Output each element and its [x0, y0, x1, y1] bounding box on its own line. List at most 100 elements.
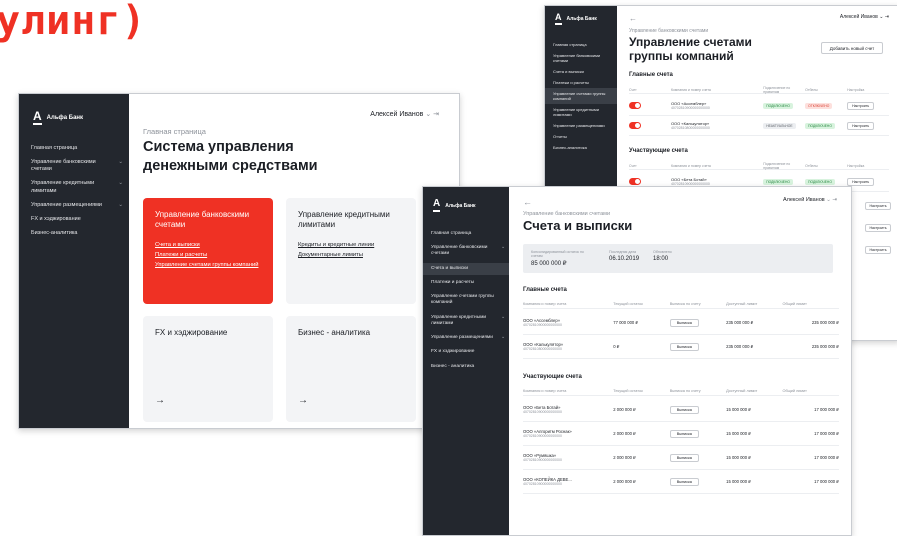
balance-cell: 2 000 000 ₽ [613, 431, 636, 436]
tile-link[interactable]: Документарные лимиты [298, 252, 404, 258]
statement-button[interactable]: Выписка [669, 318, 699, 327]
column-header: Общий лимит [782, 302, 807, 306]
available-limit-cell: 15 000 000 ₽ [726, 455, 751, 460]
user-menu[interactable]: Алексей Иванов ⌄ ⇥ [840, 14, 889, 20]
column-header: Текущий остаток [613, 389, 643, 393]
tile-link[interactable]: Счета и выписки [155, 242, 261, 248]
sidebar-item[interactable]: Управление кредитными лимитами ⌄ [31, 180, 123, 194]
sidebar-item[interactable]: Главная страница [423, 228, 509, 240]
sidebar-item[interactable]: Главная страница [31, 145, 123, 152]
sidebar-item[interactable]: Управление кредитными лимитами [545, 104, 617, 120]
configure-button[interactable]: Настроить [847, 177, 875, 186]
sidebar-item[interactable]: Бизнес-аналитика [31, 230, 123, 237]
balance-cell: 77 000 000 ₽ [613, 320, 639, 325]
sidebar-item[interactable]: Управление счетами группы компаний [545, 88, 617, 104]
statement-button[interactable]: Выписка [669, 453, 699, 462]
statement-button[interactable]: Выписка [669, 477, 699, 486]
status-badge: ОТКЛЮЧЕНО [805, 102, 833, 109]
chevron-down-icon: ⌄ [500, 314, 505, 320]
sidebar-item-label: FX и хэджирование [431, 349, 475, 355]
sidebar-item-label: Бизнес-аналитика [553, 145, 587, 150]
sidebar-item[interactable]: Управление банковскими счетами [545, 50, 617, 66]
sidebar-item[interactable]: Платежи и расчеты [423, 277, 509, 289]
toggle-icon[interactable] [629, 122, 641, 129]
toggle-icon[interactable] [629, 178, 641, 185]
toggle-icon[interactable] [629, 102, 641, 109]
page-title: Система управления денежными средствами [143, 139, 318, 174]
back-arrow-icon[interactable]: ← [523, 197, 532, 207]
column-header: Общий лимит [782, 389, 807, 393]
sidebar-item-label: Отчеты [553, 134, 567, 139]
sidebar-item[interactable]: Управление размещениями ⌄ [423, 332, 509, 344]
sidebar-item-label: Управление размещениями [553, 123, 605, 128]
sidebar-item[interactable]: FX и хэджирование [31, 216, 123, 223]
sidebar-item[interactable]: FX и хэджирование [423, 346, 509, 358]
tile-link[interactable]: Платежи и расчеты [155, 252, 261, 258]
sidebar: A Альфа Банк Главная страница Управление б… [19, 94, 129, 428]
sidebar-item[interactable]: Управление счетами группы компаний [423, 291, 509, 309]
add-account-button[interactable]: Добавить новый счет [821, 42, 883, 54]
column-header: Доступный лимит [726, 389, 758, 393]
menu-tile[interactable]: Управление банковскими счетами Счета и вы… [143, 198, 273, 304]
configure-button[interactable]: Настроить [865, 224, 891, 232]
table-header: Компания и номер счета Текущий остаток Вып… [523, 300, 839, 309]
sidebar-item[interactable]: Управление размещениями [545, 120, 617, 131]
configure-button[interactable]: Настроить [865, 202, 891, 210]
arrow-right-icon[interactable]: → [298, 395, 308, 406]
toggle-switch[interactable] [629, 102, 671, 109]
sidebar-item[interactable]: Бизнес - аналитика [423, 361, 509, 373]
total-limit-cell: 235 000 000 ₽ [811, 320, 839, 325]
menu-tile[interactable]: Управление кредитными лимитами Кредиты и … [286, 198, 416, 304]
table-row: ООО «Калькулятор» 40702810800000000000 НЕА… [629, 116, 889, 136]
total-limit-cell: 235 000 000 ₽ [811, 344, 839, 349]
sidebar-item[interactable]: Управление банковскими счетами ⌄ [423, 242, 509, 260]
column-header: Счет [629, 163, 637, 168]
sidebar-item[interactable]: Бизнес-аналитика [545, 142, 617, 153]
total-limit-cell: 17 000 000 ₽ [814, 407, 839, 412]
sidebar-item[interactable]: Управление размещениями ⌄ [31, 202, 123, 209]
sidebar-item[interactable]: Главная страница [545, 39, 617, 50]
configure-button[interactable]: Настроить [847, 101, 875, 110]
account-cell: ООО «Бета Ботай» 40702810900000000000 [671, 177, 763, 186]
back-arrow-icon[interactable]: ← [629, 14, 637, 23]
main-accounts-title: Главные счета [523, 287, 567, 293]
account-cell: ООО «Калькулятор» 40702810800000000000 [523, 342, 613, 351]
account-cell: ООО «Бета Ботай» 40702810900000000000 [523, 405, 613, 414]
total-limit-cell: 17 000 000 ₽ [814, 455, 839, 460]
breadcrumb: Управление банковскими счетами [523, 211, 611, 217]
statement-button[interactable]: Выписка [669, 429, 699, 438]
chevron-down-icon: ⌄ [500, 335, 505, 341]
notify-status-cell: ПОДКЛЮЧЕНО [805, 122, 847, 129]
sidebar-item-label: Управление кредитными лимитами [553, 107, 599, 117]
chevron-down-icon: ⌄ [118, 180, 123, 187]
sidebar-item-label: Управление счетами группы компаний [553, 91, 606, 101]
user-menu[interactable]: Алексей Иванов ⌄ ⇥ [370, 110, 439, 118]
menu-tile[interactable]: Бизнес - аналитика → [286, 316, 416, 422]
sidebar-item[interactable]: Управление кредитными лимитами ⌄ [423, 312, 509, 330]
rule-status-cell: НЕАКТУАЛЬНОЕ [763, 122, 805, 129]
statement-button[interactable]: Выписка [669, 405, 699, 414]
user-menu[interactable]: Алексей Иванов ⌄ ⇥ [783, 197, 837, 203]
column-header: Подключение по правилам [763, 161, 791, 170]
configure-button[interactable]: Настроить [865, 246, 891, 254]
summary-item: Консолидированный остаток по счетам 85 00… [531, 250, 595, 267]
sidebar-item-label: Управление кредитными лимитами [31, 180, 95, 194]
toggle-switch[interactable] [629, 122, 671, 129]
menu-tile[interactable]: FX и хэджирование → [143, 316, 273, 422]
sidebar-item-label: Управление банковскими счетами [31, 159, 96, 173]
sidebar-item-label: Счета и выписки [553, 69, 584, 74]
total-limit-cell: 17 000 000 ₽ [814, 431, 839, 436]
configure-button[interactable]: Настроить [847, 121, 875, 130]
sidebar-item[interactable]: Отчеты [545, 131, 617, 142]
sidebar-item[interactable]: Счета и выписки [423, 262, 509, 275]
sidebar-item[interactable]: Управление банковскими счетами ⌄ [31, 159, 123, 173]
sidebar-item[interactable]: Счета и выписки [545, 66, 617, 77]
status-badge: ПОДКЛЮЧЕНО [763, 178, 793, 185]
tile-link[interactable]: Управление счетами группы компаний [155, 262, 261, 268]
tile-link[interactable]: Кредиты и кредитные линии [298, 242, 404, 248]
sidebar-item[interactable]: Платежи и расчеты [545, 77, 617, 88]
statement-button[interactable]: Выписка [669, 342, 699, 351]
table-row: ООО «Калькулятор» 40702810800000000000 0 ₽… [523, 335, 839, 359]
toggle-switch[interactable] [629, 178, 671, 185]
arrow-right-icon[interactable]: → [155, 395, 165, 406]
